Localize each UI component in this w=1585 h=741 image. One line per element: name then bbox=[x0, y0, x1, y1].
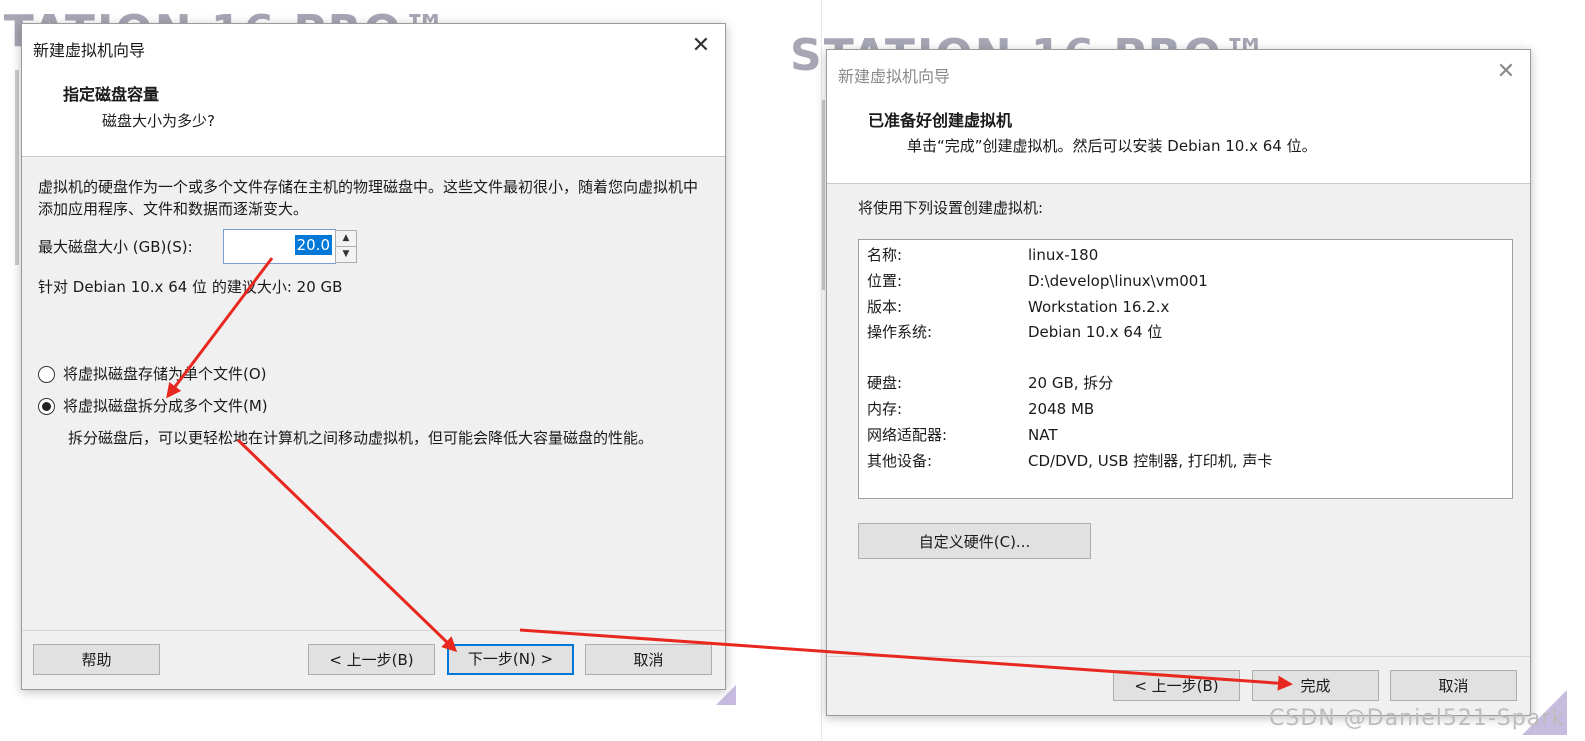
customize-hardware-button[interactable]: 自定义硬件(C)... bbox=[858, 523, 1091, 559]
list-item: 硬盘: 20 GB, 拆分 bbox=[867, 371, 1504, 395]
setting-key: 硬盘: bbox=[867, 374, 903, 392]
wizard-header: 指定磁盘容量 磁盘大小为多少? bbox=[22, 68, 725, 156]
title-bar: 新建虚拟机向导 ✕ bbox=[22, 24, 725, 68]
list-item: 操作系统: Debian 10.x 64 位 bbox=[867, 320, 1504, 344]
setting-value: CD/DVD, USB 控制器, 打印机, 声卡 bbox=[1028, 452, 1273, 470]
max-size-label: 最大磁盘大小 (GB)(S): bbox=[38, 238, 193, 256]
list-item: 网络适配器: NAT bbox=[867, 423, 1504, 447]
setting-value: 20 GB, 拆分 bbox=[1028, 374, 1114, 392]
cancel-button[interactable]: 取消 bbox=[585, 644, 712, 675]
max-size-input[interactable]: 20.0 bbox=[223, 229, 336, 264]
help-button[interactable]: 帮助 bbox=[33, 644, 160, 675]
radio-single-file-label[interactable]: 将虚拟磁盘存储为单个文件(O) bbox=[63, 363, 267, 385]
spin-down-button[interactable]: ▼ bbox=[335, 246, 357, 263]
footer-divider bbox=[827, 656, 1530, 657]
setting-key: 内存: bbox=[867, 400, 903, 418]
setting-value: NAT bbox=[1028, 426, 1058, 444]
radio-single-file[interactable] bbox=[38, 366, 55, 383]
close-icon[interactable]: ✕ bbox=[1490, 58, 1522, 86]
wizard-dialog-ready: 新建虚拟机向导 ✕ 已准备好创建虚拟机 单击“完成”创建虚拟机。然后可以安装 D… bbox=[826, 49, 1531, 716]
radio-split-files[interactable] bbox=[38, 398, 55, 415]
list-item: 名称: linux-180 bbox=[867, 243, 1504, 267]
back-button[interactable]: < 上一步(B) bbox=[1113, 670, 1240, 701]
setting-key: 操作系统: bbox=[867, 323, 933, 341]
footer-divider bbox=[22, 630, 725, 631]
setting-key: 版本: bbox=[867, 298, 903, 316]
close-icon[interactable]: ✕ bbox=[685, 32, 717, 60]
setting-value: Workstation 16.2.x bbox=[1028, 298, 1170, 316]
radio-split-files-label[interactable]: 将虚拟磁盘拆分成多个文件(M) bbox=[63, 395, 268, 417]
setting-value: Debian 10.x 64 位 bbox=[1028, 323, 1163, 341]
spin-up-button[interactable]: ▲ bbox=[335, 230, 357, 247]
header-divider bbox=[22, 156, 725, 157]
watermark: CSDN @Daniel521-Spark bbox=[1269, 706, 1565, 731]
background-strip bbox=[15, 70, 19, 265]
page-subtitle: 单击“完成”创建虚拟机。然后可以安装 Debian 10.x 64 位。 bbox=[907, 137, 1317, 155]
dialog-title: 新建虚拟机向导 bbox=[838, 67, 951, 86]
page-title: 已准备好创建虚拟机 bbox=[868, 111, 1013, 130]
background-divider bbox=[821, 0, 822, 741]
list-item: 位置: D:\develop\linux\vm001 bbox=[867, 269, 1504, 293]
wizard-dialog-disk-capacity: 新建虚拟机向导 ✕ 指定磁盘容量 磁盘大小为多少? 虚拟机的硬盘作为一个或多个文… bbox=[21, 23, 726, 690]
title-bar: 新建虚拟机向导 ✕ bbox=[827, 50, 1530, 94]
page-title: 指定磁盘容量 bbox=[63, 85, 160, 104]
split-note: 拆分磁盘后，可以更轻松地在计算机之间移动虚拟机，但可能会降低大容量磁盘的性能。 bbox=[68, 429, 654, 447]
next-button[interactable]: 下一步(N) > bbox=[447, 644, 574, 675]
cancel-button[interactable]: 取消 bbox=[1390, 670, 1517, 701]
setting-key: 其他设备: bbox=[867, 452, 933, 470]
settings-intro: 将使用下列设置创建虚拟机: bbox=[858, 199, 1044, 217]
settings-summary-list[interactable]: 名称: linux-180 位置: D:\develop\linux\vm001 版… bbox=[858, 239, 1513, 499]
setting-key: 位置: bbox=[867, 272, 903, 290]
max-size-value: 20.0 bbox=[294, 235, 332, 255]
page-subtitle: 磁盘大小为多少? bbox=[102, 112, 215, 130]
setting-key: 名称: bbox=[867, 246, 903, 264]
setting-value: 2048 MB bbox=[1028, 400, 1095, 418]
wizard-header: 已准备好创建虚拟机 单击“完成”创建虚拟机。然后可以安装 Debian 10.x… bbox=[827, 94, 1530, 183]
setting-key: 网络适配器: bbox=[867, 426, 948, 444]
back-button[interactable]: < 上一步(B) bbox=[308, 644, 435, 675]
dialog-title: 新建虚拟机向导 bbox=[33, 41, 146, 60]
setting-value: D:\develop\linux\vm001 bbox=[1028, 272, 1208, 290]
disk-description: 虚拟机的硬盘作为一个或多个文件存储在主机的物理磁盘中。这些文件最初很小，随着您向… bbox=[38, 178, 699, 218]
setting-value: linux-180 bbox=[1028, 246, 1099, 264]
finish-button[interactable]: 完成 bbox=[1252, 670, 1379, 701]
recommended-size: 针对 Debian 10.x 64 位 的建议大小: 20 GB bbox=[38, 278, 343, 296]
header-divider bbox=[827, 183, 1530, 184]
list-item: 内存: 2048 MB bbox=[867, 397, 1504, 421]
list-item: 其他设备: CD/DVD, USB 控制器, 打印机, 声卡 bbox=[867, 449, 1504, 473]
list-item: 版本: Workstation 16.2.x bbox=[867, 295, 1504, 319]
